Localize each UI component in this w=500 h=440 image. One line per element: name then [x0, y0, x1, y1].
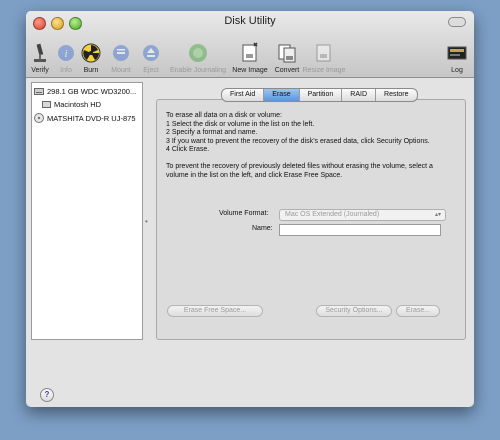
journal-icon [187, 42, 209, 64]
eject-button[interactable]: Eject [140, 32, 162, 74]
volume-icon [42, 101, 51, 108]
volume-format-value: Mac OS Extended (Journaled) [285, 211, 380, 218]
tab-raid[interactable]: RAID [342, 89, 377, 101]
volume-list-item[interactable]: Macintosh HD [42, 100, 101, 109]
instruction-step: 4 Click Erase. [166, 146, 210, 154]
info-icon: i [55, 42, 77, 64]
instruction-step: 1 Select the disk or volume in the list … [166, 120, 315, 128]
volume-format-label: Volume Format: [219, 210, 269, 217]
erase-instructions: To erase all data on a disk or volume: 1… [166, 112, 456, 180]
optical-drive-list-item[interactable]: MATSHITA DVD-R UJ-875 [34, 113, 135, 123]
security-options-button[interactable]: Security Options... [316, 305, 392, 317]
mount-icon [110, 42, 132, 64]
toolbar: Disk Utility Verify i Info Burn Mount Ej… [26, 11, 474, 78]
volume-label: Macintosh HD [54, 100, 102, 109]
mount-button[interactable]: Mount [109, 32, 133, 74]
main-content: 298.1 GB WDC WD3200... Macintosh HD MATS… [26, 78, 474, 407]
burn-button[interactable]: Burn [79, 32, 103, 74]
hard-disk-icon [34, 88, 44, 95]
free-space-instruction: To prevent the recovery of previously de… [166, 162, 433, 179]
updown-arrows-icon: ▴▾ [434, 212, 441, 218]
erase-button[interactable]: Erase... [396, 305, 440, 317]
name-label: Name: [252, 225, 273, 232]
svg-text:i: i [64, 48, 67, 60]
eject-icon [140, 42, 162, 64]
optical-drive-icon [34, 113, 44, 123]
window-title: Disk Utility [224, 15, 276, 27]
tab-first-aid[interactable]: First Aid [222, 89, 265, 101]
optical-drive-label: MATSHITA DVD-R UJ-875 [47, 113, 136, 123]
toolbar-toggle-button[interactable] [448, 17, 466, 27]
disk-utility-window: Disk Utility Verify i Info Burn Mount Ej… [26, 11, 474, 407]
name-field[interactable] [279, 224, 441, 236]
log-button[interactable]: Log [446, 32, 468, 74]
instruction-intro: To erase all data on a disk or volume: [166, 112, 282, 119]
new-image-button[interactable]: New Image [231, 32, 269, 74]
disk-list-item[interactable]: 298.1 GB WDC WD3200... [34, 87, 136, 96]
erase-free-space-button[interactable]: Erase Free Space... [167, 305, 263, 317]
disk-list: 298.1 GB WDC WD3200... Macintosh HD MATS… [31, 82, 143, 340]
log-icon [446, 42, 468, 64]
instruction-step: 2 Specify a format and name. [166, 129, 258, 137]
new-image-icon [239, 42, 261, 64]
tab-partition[interactable]: Partition [300, 89, 343, 101]
tab-bar: First Aid Erase Partition RAID Restore [221, 88, 418, 102]
instruction-step: 3 If you want to prevent the recovery of… [166, 137, 430, 145]
info-button[interactable]: i Info [56, 32, 76, 74]
convert-button[interactable]: Convert [272, 32, 302, 74]
splitter-handle[interactable]: • [145, 217, 148, 226]
enable-journaling-button[interactable]: Enable Journaling [169, 32, 227, 74]
volume-format-select[interactable]: Mac OS Extended (Journaled) ▴▾ [279, 209, 446, 221]
convert-icon [276, 42, 298, 64]
help-button[interactable]: ? [40, 388, 54, 402]
radiation-icon [80, 42, 102, 64]
verify-button[interactable]: Verify [28, 32, 52, 74]
resize-image-icon [313, 42, 335, 64]
tab-restore[interactable]: Restore [376, 89, 417, 101]
resize-image-button[interactable]: Resize Image [303, 32, 345, 74]
tab-erase[interactable]: Erase [264, 89, 300, 101]
microscope-icon [29, 42, 51, 64]
disk-label: 298.1 GB WDC WD3200... [47, 87, 137, 96]
